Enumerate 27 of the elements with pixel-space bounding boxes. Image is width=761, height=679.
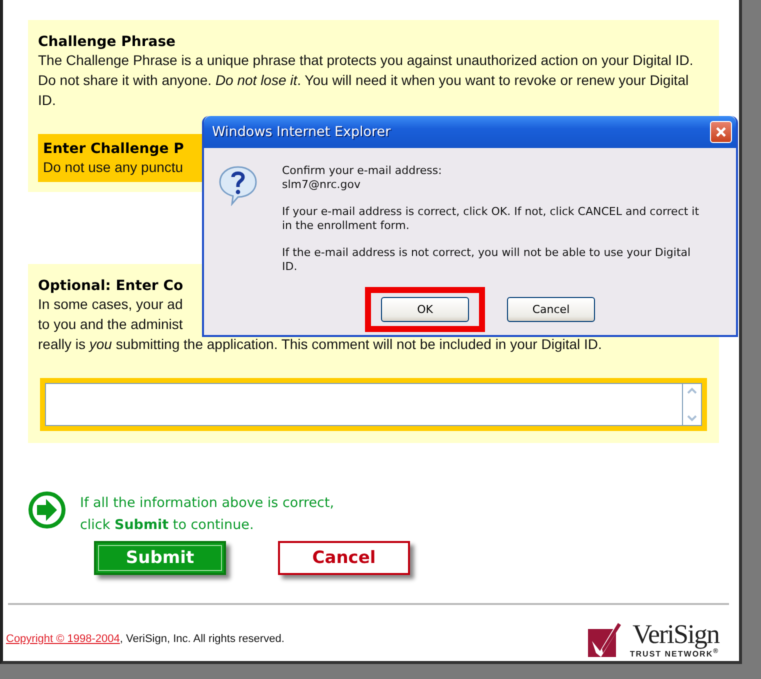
prompt-heading: Enter Challenge P bbox=[43, 141, 184, 157]
close-icon bbox=[715, 126, 727, 138]
instruction-line: click Submit to continue. bbox=[80, 516, 255, 535]
cancel-button[interactable]: Cancel bbox=[278, 541, 410, 575]
prompt-hint: Do not use any punctu bbox=[43, 158, 184, 177]
instruction-line: If all the information above is correct, bbox=[80, 494, 334, 513]
dialog-button[interactable]: OK bbox=[381, 297, 469, 322]
copyright-text: Copyright © 1998-2004, VeriSign, Inc. All rights reserved. bbox=[6, 633, 284, 645]
submit-button[interactable]: Submit bbox=[94, 541, 226, 575]
paragraph: The Challenge Phrase is a unique phrase that protects you against unauthorized action on your Digital ID. Do not share it with anyone. Do not lose it. You will need it when you want to revoke or renew your Digital ID. bbox=[38, 51, 694, 110]
question-icon bbox=[218, 164, 258, 206]
close-button[interactable] bbox=[710, 121, 732, 143]
paragraph-line: really is you submitting the application. This comment will not be included in your Digital ID. bbox=[38, 335, 602, 354]
email-address: slm7@nrc.gov bbox=[282, 178, 362, 192]
dialog-button[interactable]: Cancel bbox=[507, 297, 595, 322]
logo-name: VeriSign bbox=[632, 620, 719, 648]
copyright-link[interactable]: Copyright © 1998-2004 bbox=[6, 633, 120, 645]
scrollbar-drawing bbox=[683, 383, 702, 426]
dialog-title: Windows Internet Explorer bbox=[212, 124, 391, 140]
dialog-prompt: Confirm your e-mail address: bbox=[282, 164, 443, 178]
paragraph-line: In some cases, your ad bbox=[38, 295, 183, 314]
paragraph-line: to you and the administ bbox=[38, 315, 183, 334]
section-heading: Optional: Enter Co bbox=[38, 278, 184, 294]
dialog-message: If the e-mail address is not correct, you will not be able to use your Digital ID. bbox=[282, 246, 692, 274]
section-heading: Challenge Phrase bbox=[38, 34, 177, 50]
dialog-message: If your e-mail address is correct, click OK. If not, click CANCEL and correct it in the enrollment form. bbox=[282, 205, 700, 233]
comment-field[interactable] bbox=[40, 378, 707, 431]
